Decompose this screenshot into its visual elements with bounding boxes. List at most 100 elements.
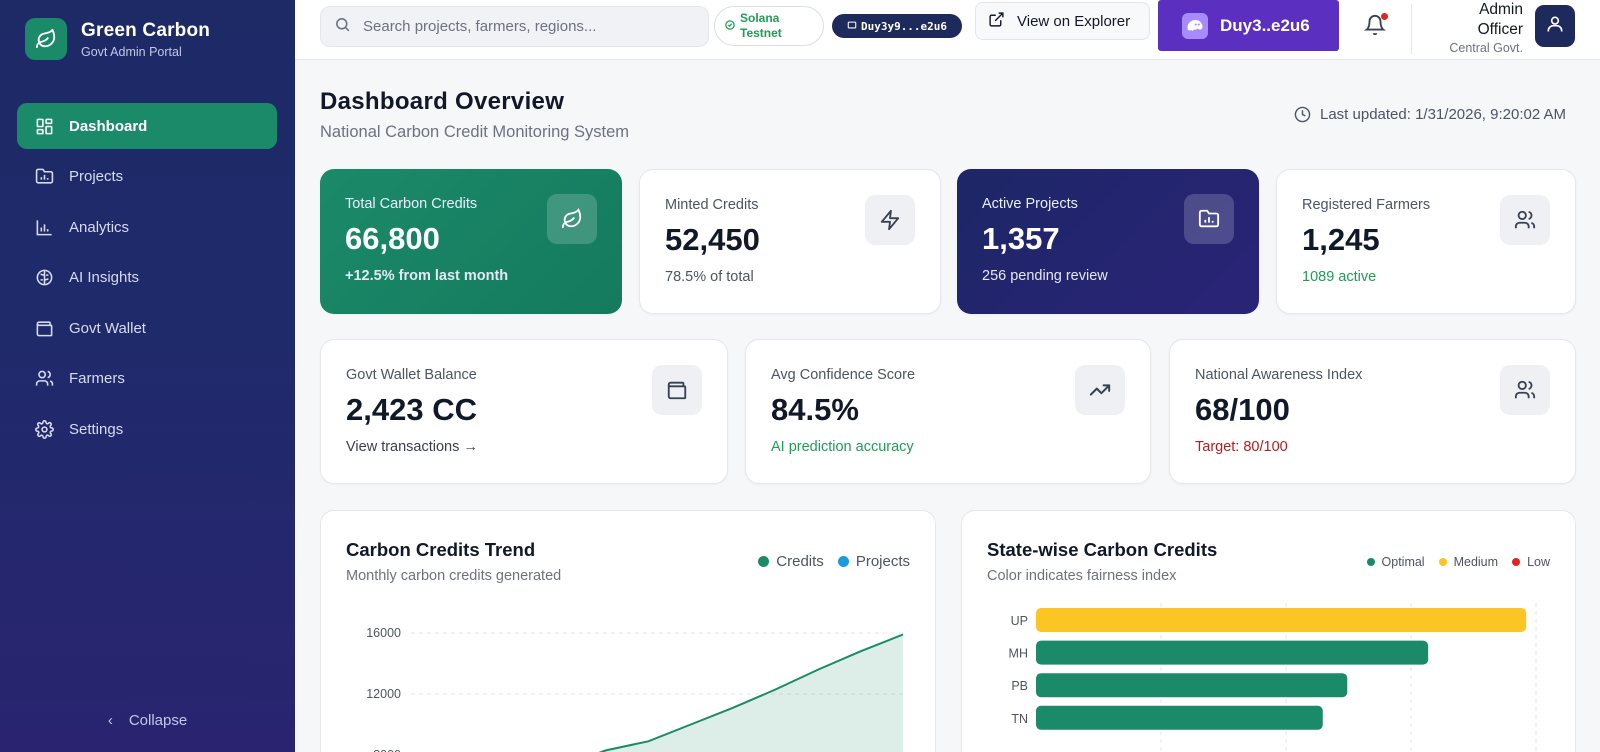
sidebar-item-label: Projects	[69, 168, 124, 186]
chevron-left-icon: ‹	[107, 712, 113, 729]
wallet-icon	[652, 365, 702, 415]
last-updated: Last updated: 1/31/2026, 9:20:02 AM	[1294, 106, 1566, 123]
stat-value: 66,800	[345, 221, 440, 256]
bar-category-label: MH	[1009, 647, 1028, 661]
stat-card-awareness-index[interactable]: National Awareness Index 68/100 Target: …	[1169, 339, 1576, 484]
stat-label: Total Carbon Credits	[345, 196, 478, 212]
search-box[interactable]	[320, 6, 709, 47]
brand-name: Green Carbon	[81, 19, 211, 41]
trend-chart: 16000 12000 8000	[366, 626, 904, 752]
folder-icon	[34, 167, 54, 187]
collapse-button[interactable]: ‹ Collapse	[0, 712, 295, 729]
sidebar-item-label: Dashboard	[69, 117, 148, 135]
sidebar-item-projects[interactable]: Projects	[17, 154, 277, 200]
notification-dot	[1381, 13, 1388, 20]
stat-value: 1,357	[982, 221, 1060, 256]
sidebar-item-label: Farmers	[69, 370, 125, 388]
sidebar-item-farmers[interactable]: Farmers	[17, 356, 277, 402]
wallet-icon	[34, 318, 54, 338]
panel-title: State-wise Carbon Credits	[987, 539, 1218, 560]
sidebar-item-govt-wallet[interactable]: Govt Wallet	[17, 305, 277, 351]
brand[interactable]: Green Carbon Govt Admin Portal	[25, 18, 210, 60]
legend-label: Optimal	[1381, 555, 1425, 569]
bar-category-label: UP	[1011, 614, 1028, 628]
legend-label: Credits	[776, 553, 824, 570]
stat-value: 2,423 CC	[346, 392, 477, 427]
sidebar-item-label: Settings	[69, 421, 124, 439]
legend-projects[interactable]: Projects	[837, 553, 910, 570]
wallet-address-chip[interactable]: Duy3y9...e2u6	[832, 14, 962, 38]
last-updated-text: Last updated: 1/31/2026, 9:20:02 AM	[1320, 106, 1567, 123]
legend-dot	[1438, 558, 1447, 566]
search-input[interactable]	[363, 18, 693, 35]
clock-icon	[1294, 106, 1311, 123]
y-tick-label: 8000	[373, 748, 401, 752]
users-icon	[1500, 195, 1550, 245]
state-bar-mh	[1036, 640, 1429, 665]
stat-card-confidence-score[interactable]: Avg Confidence Score 84.5% AI prediction…	[745, 339, 1151, 484]
stat-label: Registered Farmers	[1302, 197, 1431, 213]
legend-dot	[1366, 558, 1375, 566]
stat-label: National Awareness Index	[1195, 367, 1363, 383]
wallet-address: Duy3y9...e2u6	[860, 19, 948, 33]
bar-category-label: PB	[1011, 679, 1028, 693]
chart-legend: Optimal Medium Low	[1353, 555, 1550, 569]
stat-label: Minted Credits	[665, 197, 759, 213]
bar-category-label: TN	[1011, 712, 1028, 726]
stat-card-active-projects[interactable]: Active Projects 1,357 256 pending review	[957, 169, 1259, 314]
y-tick-label: 12000	[366, 687, 401, 701]
user-role: Central Govt.	[1449, 41, 1523, 55]
notifications-button[interactable]	[1363, 13, 1388, 41]
view-on-explorer-button[interactable]: View on Explorer	[975, 2, 1150, 40]
user-info[interactable]: Admin Officer Central Govt.	[1415, 0, 1523, 55]
network-name: Solana	[740, 11, 780, 25]
avatar[interactable]	[1535, 5, 1575, 47]
stat-card-registered-farmers[interactable]: Registered Farmers 1,245 1089 active	[1276, 169, 1576, 314]
explorer-label: View on Explorer	[1017, 12, 1131, 30]
sidebar-item-label: AI Insights	[69, 269, 140, 287]
view-transactions-link[interactable]: View transactions →	[346, 439, 478, 455]
sidebar-nav: Dashboard Projects Analytics AI Insights…	[17, 103, 277, 457]
stat-value: 68/100	[1195, 392, 1290, 427]
network-type: Testnet	[740, 26, 782, 40]
check-circle-icon	[725, 19, 735, 34]
sidebar-item-analytics[interactable]: Analytics	[17, 204, 277, 250]
panel-subtitle: Color indicates fairness index	[987, 568, 1177, 584]
stat-label: Avg Confidence Score	[771, 367, 916, 383]
stat-sub: 256 pending review	[982, 268, 1108, 284]
sidebar-item-ai-insights[interactable]: AI Insights	[17, 255, 277, 301]
lightning-icon	[865, 195, 915, 245]
users-icon	[1500, 365, 1550, 415]
stat-card-total-credits[interactable]: Total Carbon Credits 66,800 +12.5% from …	[320, 169, 622, 314]
user-name-line1: Admin	[1479, 1, 1523, 18]
sidebar-item-settings[interactable]: Settings	[17, 407, 277, 453]
users-icon	[34, 369, 54, 389]
stat-value: 1,245	[1302, 222, 1380, 257]
page-subtitle: National Carbon Credit Monitoring System	[320, 123, 630, 141]
legend-medium[interactable]: Medium	[1438, 555, 1498, 569]
legend-label: Low	[1527, 555, 1550, 569]
search-icon	[334, 16, 351, 38]
state-bar-up	[1036, 608, 1527, 632]
network-badge: Solana Testnet	[714, 6, 824, 46]
user-icon	[1545, 14, 1565, 39]
topbar-divider	[1411, 4, 1412, 54]
connected-wallet-button[interactable]: Duy3..e2u6	[1158, 0, 1339, 51]
sidebar-item-dashboard[interactable]: Dashboard	[17, 103, 277, 149]
sidebar-item-label: Analytics	[69, 218, 130, 236]
brain-icon	[34, 268, 54, 288]
user-name-line2: Officer	[1477, 21, 1523, 38]
bar-chart-icon	[34, 217, 54, 237]
state-bar-tn	[1036, 705, 1323, 730]
stat-card-minted-credits[interactable]: Minted Credits 52,450 78.5% of total	[639, 169, 941, 314]
legend-optimal[interactable]: Optimal	[1366, 555, 1425, 569]
gear-icon	[34, 420, 54, 440]
leaf-icon	[547, 194, 597, 244]
legend-credits[interactable]: Credits	[758, 553, 824, 570]
stat-label: Govt Wallet Balance	[346, 367, 477, 383]
stat-card-wallet-balance[interactable]: Govt Wallet Balance 2,423 CC View transa…	[320, 339, 728, 484]
bell-icon	[1363, 15, 1387, 41]
state-bar-pb	[1036, 673, 1348, 698]
legend-low[interactable]: Low	[1512, 555, 1550, 569]
stat-label: Active Projects	[982, 196, 1078, 212]
